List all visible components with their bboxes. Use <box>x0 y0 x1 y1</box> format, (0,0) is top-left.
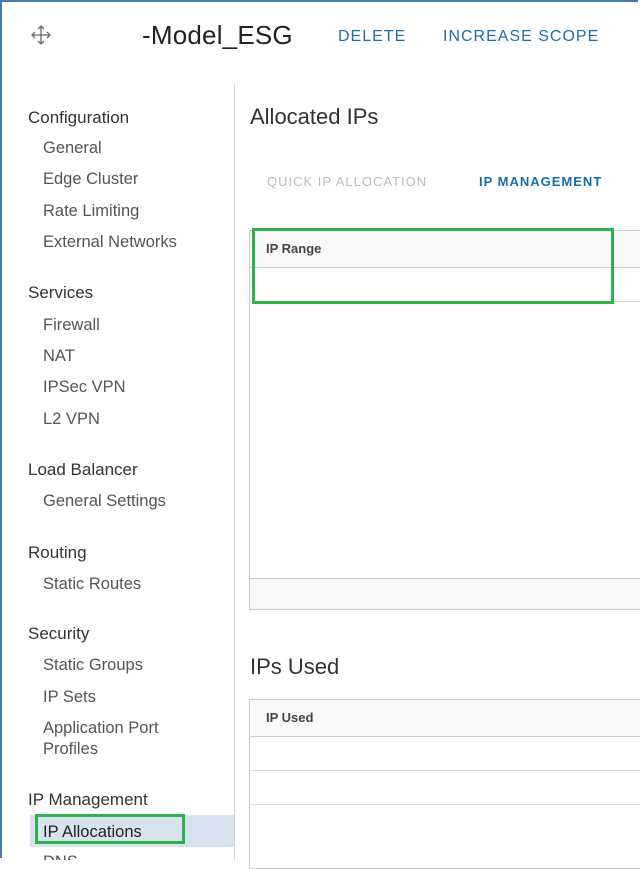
sidebar-section-ip-management: IP Management <box>28 790 148 809</box>
table-row <box>250 736 640 771</box>
sidebar-item-firewall[interactable]: Firewall <box>43 315 100 336</box>
allocated-ips-heading: Allocated IPs <box>250 104 379 129</box>
sidebar-section-services: Services <box>28 283 94 302</box>
page-title: -Model_ESG <box>142 20 293 50</box>
tab-quick-ip-allocation[interactable]: QUICK IP ALLOCATION <box>267 174 427 189</box>
ips-used-grid: IP Used <box>249 699 640 869</box>
sidebar-item-application-port-profiles[interactable]: Application Port Profiles <box>43 718 213 760</box>
highlight-box-ip-range <box>252 228 614 304</box>
sidebar-item-static-routes[interactable]: Static Routes <box>43 574 141 595</box>
tab-ip-management[interactable]: IP MANAGEMENT <box>479 174 602 189</box>
sidebar-item-ip-sets[interactable]: IP Sets <box>43 687 96 708</box>
sidebar-item-static-groups[interactable]: Static Groups <box>43 655 143 676</box>
sidebar-item-general[interactable]: General <box>43 138 102 159</box>
sidebar-section-configuration: Configuration <box>28 108 130 127</box>
sidebar-section-load-balancer: Load Balancer <box>28 460 138 479</box>
sidebar-section-routing: Routing <box>28 543 87 562</box>
sidebar-item-external-networks[interactable]: External Networks <box>43 232 177 253</box>
sidebar-item-ipsec-vpn[interactable]: IPSec VPN <box>43 377 126 398</box>
increase-scope-button[interactable]: INCREASE SCOPE <box>443 28 599 46</box>
sidebar-item-dns[interactable]: DNS <box>43 852 78 860</box>
sidebar-section-security: Security <box>28 624 90 643</box>
sidebar-item-l2-vpn[interactable]: L2 VPN <box>43 409 100 430</box>
grid-header: IP Used <box>250 700 640 737</box>
sidebar-item-rate-limiting[interactable]: Rate Limiting <box>43 201 139 222</box>
sidebar-item-nat[interactable]: NAT <box>43 346 75 367</box>
ips-used-heading: IPs Used <box>250 654 340 679</box>
table-row <box>250 770 640 805</box>
highlight-box-ip-allocations <box>35 814 185 844</box>
grid-footer <box>250 578 640 609</box>
move-arrows-icon <box>31 25 51 45</box>
column-header-ip-used[interactable]: IP Used <box>266 710 313 725</box>
sidebar-item-general-settings[interactable]: General Settings <box>43 491 166 512</box>
delete-button[interactable]: DELETE <box>338 28 406 46</box>
sidebar-item-edge-cluster[interactable]: Edge Cluster <box>43 169 138 190</box>
redacted-name <box>66 15 142 57</box>
